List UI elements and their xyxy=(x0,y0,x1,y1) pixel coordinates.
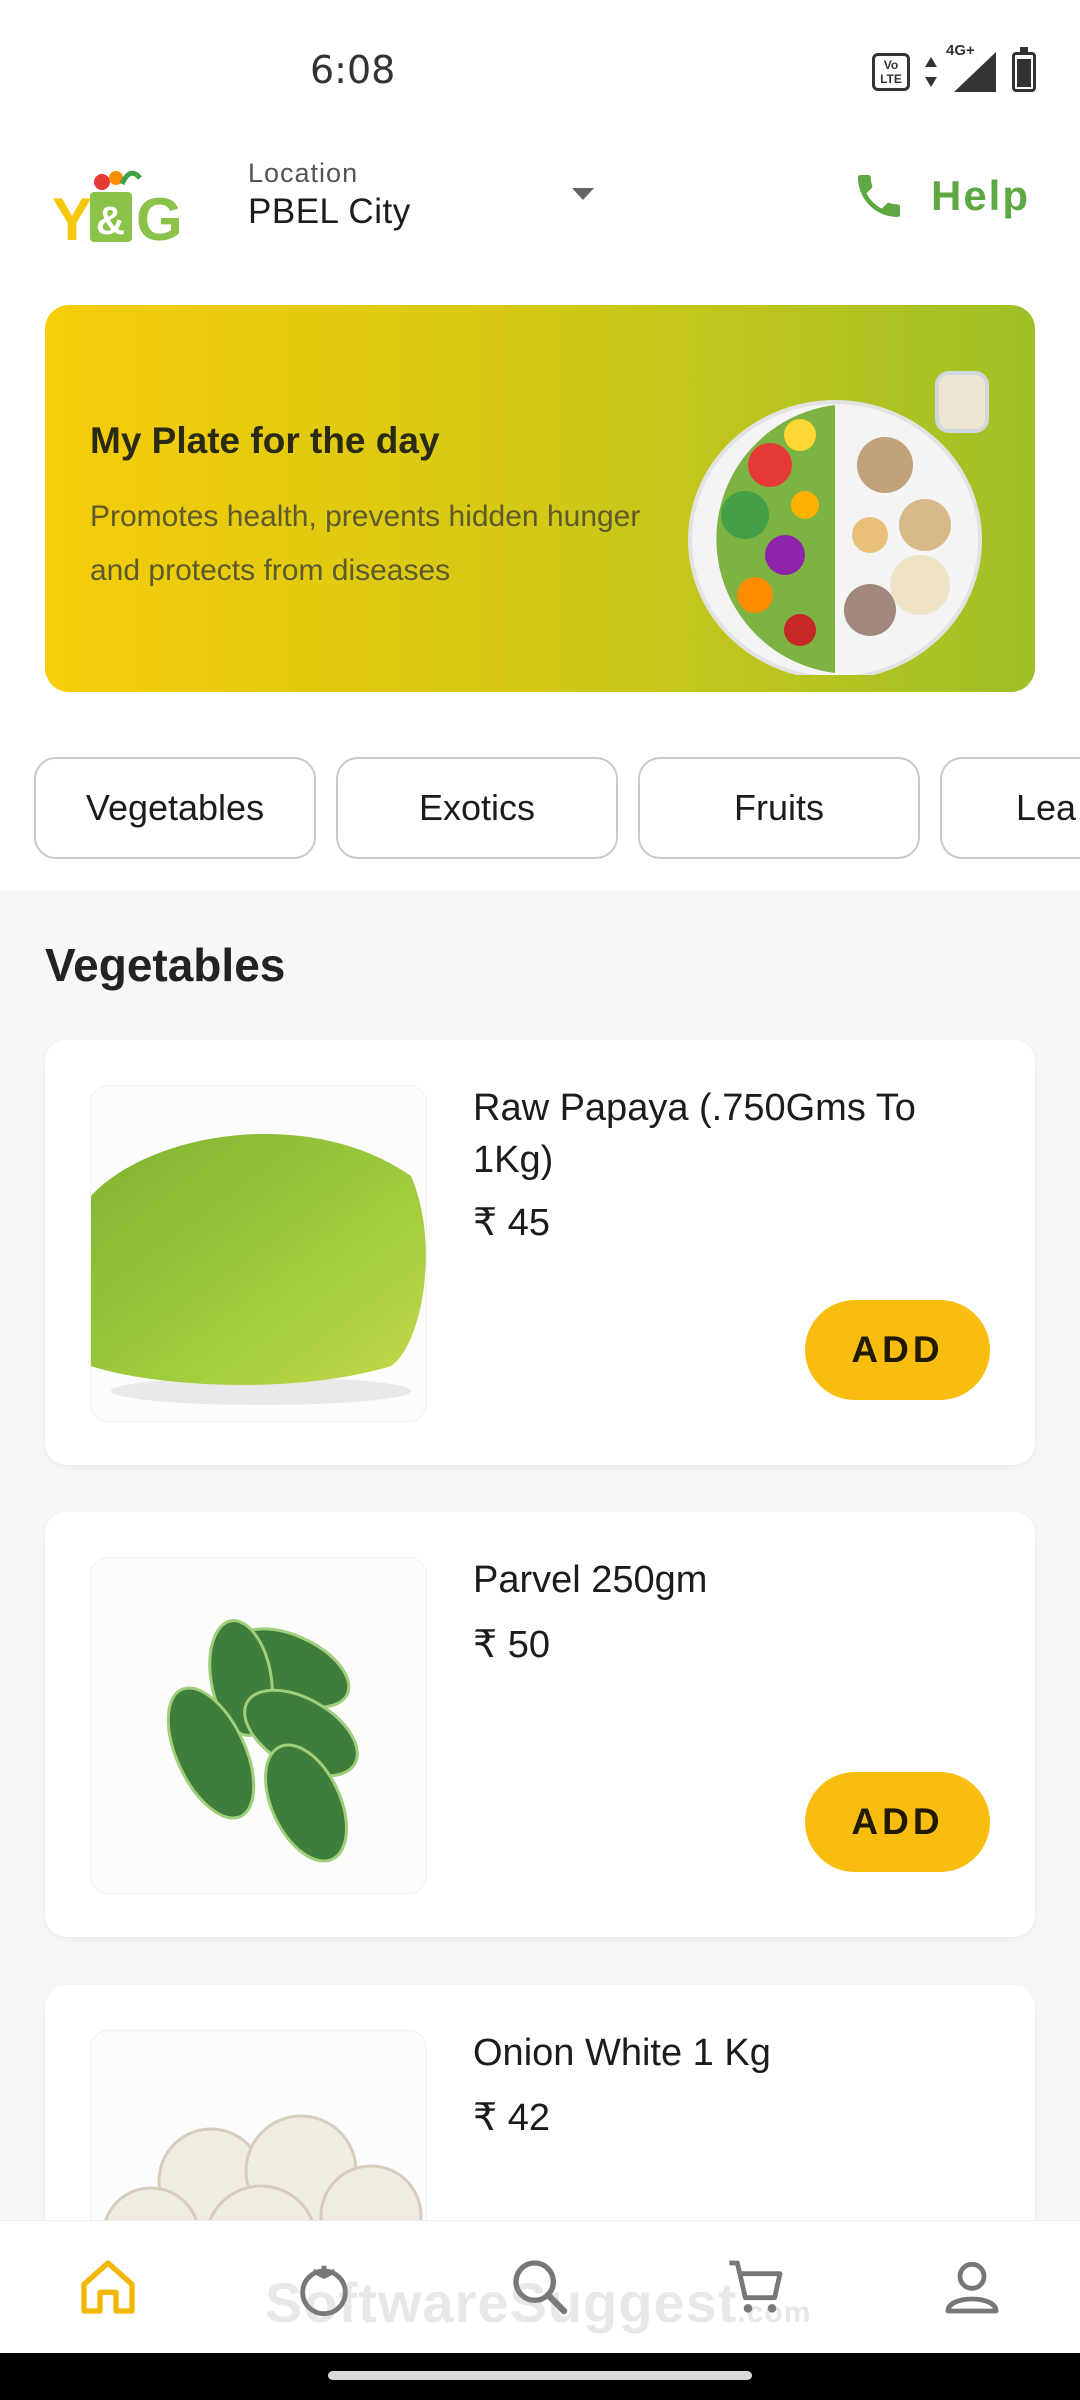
watermark: SoftwareSuggest.com xyxy=(265,2270,811,2335)
product-name: Onion White 1 Kg xyxy=(473,2032,771,2074)
product-image-parvel xyxy=(90,1557,427,1894)
profile-icon xyxy=(945,2261,999,2314)
signal-icon: 4G+ xyxy=(946,42,998,94)
battery-icon xyxy=(1012,47,1036,92)
nav-home[interactable] xyxy=(48,2227,168,2347)
product-name: Raw Papaya (.750Gms To 1Kg) xyxy=(473,1087,916,1181)
watermark-text: SoftwareSuggest xyxy=(265,2271,738,2334)
svg-text:G: G xyxy=(136,186,183,252)
category-chip-fruits[interactable]: Fruits xyxy=(638,757,920,859)
status-bar: 6:08 Vo LTE 4G+ xyxy=(0,0,1080,130)
category-chips: Vegetables Exotics Fruits Lea xyxy=(34,757,1080,859)
product-image-papaya xyxy=(90,1085,427,1422)
product-price: ₹ 45 xyxy=(473,1202,551,1244)
location-label: Location xyxy=(248,158,359,188)
promo-banner[interactable]: My Plate for the day Promotes health, pr… xyxy=(45,305,1035,692)
banner-title: My Plate for the day xyxy=(90,420,440,461)
data-arrows-icon xyxy=(925,57,937,87)
svg-text:&: & xyxy=(96,199,125,243)
home-icon xyxy=(81,2260,135,2314)
category-chip-vegetables[interactable]: Vegetables xyxy=(34,757,316,859)
product-name: Parvel 250gm xyxy=(473,1559,708,1601)
caret-down-icon[interactable] xyxy=(572,188,594,200)
section-title: Vegetables xyxy=(45,939,286,991)
product-price: ₹ 50 xyxy=(473,1624,551,1666)
category-chip-exotics[interactable]: Exotics xyxy=(336,757,618,859)
status-time: 6:08 xyxy=(310,48,396,92)
status-icons: Vo LTE 4G+ xyxy=(872,42,1036,94)
svg-text:Y: Y xyxy=(52,186,92,252)
watermark-suffix: .com xyxy=(737,2296,812,2329)
product-card[interactable]: Parvel 250gm ₹ 50 ADD xyxy=(45,1512,1035,1937)
product-card[interactable]: Raw Papaya (.750Gms To 1Kg) ₹ 45 ADD xyxy=(45,1040,1035,1465)
category-chip-partial[interactable]: Lea xyxy=(940,757,1080,859)
help-button[interactable]: Help xyxy=(851,168,1030,224)
add-to-cart-button[interactable]: ADD xyxy=(805,1300,990,1400)
location-selector[interactable]: PBEL City xyxy=(248,192,411,232)
home-indicator[interactable] xyxy=(328,2371,752,2380)
volte-icon: Vo LTE xyxy=(872,53,910,91)
network-type: 4G+ xyxy=(946,42,975,59)
add-to-cart-button[interactable]: ADD xyxy=(805,1772,990,1872)
nav-profile[interactable] xyxy=(912,2227,1032,2347)
logo[interactable]: Y & G xyxy=(50,162,200,252)
phone-icon xyxy=(857,175,900,217)
help-label: Help xyxy=(930,172,1030,219)
app-header: Y & G Location PBEL City Help xyxy=(0,130,1080,275)
product-price: ₹ 42 xyxy=(473,2097,551,2139)
banner-subtitle: Promotes health, prevents hidden hunger … xyxy=(90,500,641,587)
plate-illustration xyxy=(688,371,989,675)
gesture-bar xyxy=(0,2353,1080,2400)
